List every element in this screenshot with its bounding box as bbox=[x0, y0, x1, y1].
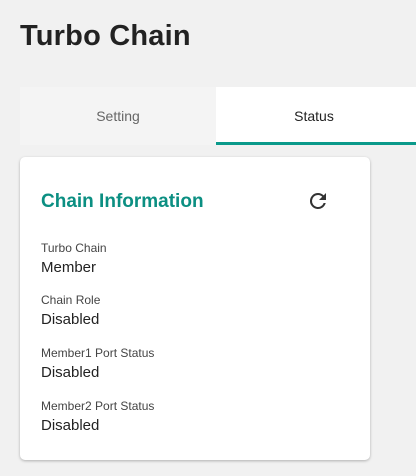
chain-information-card: Chain Information Turbo Chain Member Cha… bbox=[20, 157, 370, 460]
field-value: Disabled bbox=[41, 364, 100, 381]
page-title: Turbo Chain bbox=[20, 20, 191, 52]
field-member2-port-status: Member2 Port Status Disabled bbox=[41, 399, 154, 435]
field-label: Turbo Chain bbox=[41, 241, 107, 255]
tab-bar-filler bbox=[412, 87, 416, 145]
field-member1-port-status: Member1 Port Status Disabled bbox=[41, 346, 154, 382]
tab-status[interactable]: Status bbox=[216, 87, 412, 145]
field-chain-role: Chain Role Disabled bbox=[41, 293, 100, 329]
tab-bar: Setting Status bbox=[20, 87, 416, 145]
field-value: Member bbox=[41, 259, 97, 276]
field-label: Member2 Port Status bbox=[41, 399, 155, 413]
field-label: Member1 Port Status bbox=[41, 346, 155, 360]
refresh-icon-graphic bbox=[309, 192, 326, 209]
field-value: Disabled bbox=[41, 417, 100, 434]
card-title: Chain Information bbox=[41, 191, 204, 212]
field-turbo-chain: Turbo Chain Member bbox=[41, 241, 107, 277]
tab-setting[interactable]: Setting bbox=[20, 87, 216, 145]
field-label: Chain Role bbox=[41, 293, 101, 307]
refresh-icon[interactable] bbox=[306, 189, 330, 213]
field-value: Disabled bbox=[41, 311, 100, 328]
